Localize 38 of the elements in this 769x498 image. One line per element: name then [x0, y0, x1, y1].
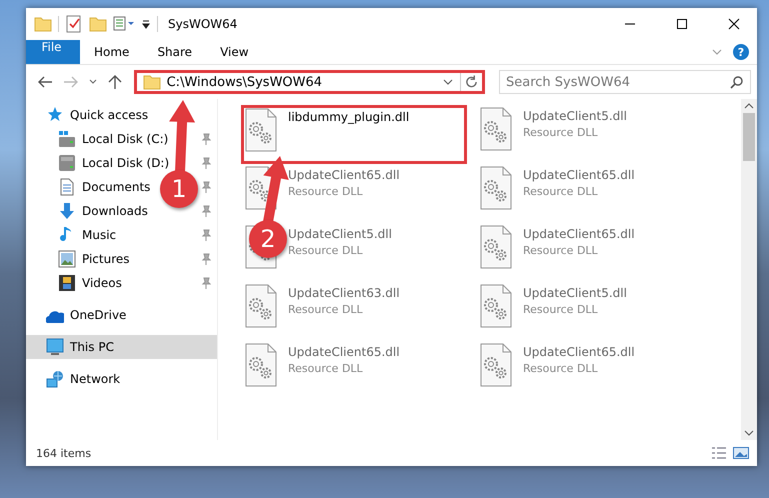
nav-item[interactable]: Music [26, 223, 120, 247]
file-name[interactable]: UpdateClient65.dll [288, 168, 400, 182]
ribbon-tab[interactable]: View [206, 40, 263, 64]
file-name[interactable]: libdummy_plugin.dll [288, 110, 410, 124]
window-title: SysWOW64 [168, 17, 238, 31]
file-type: Resource DLL [288, 244, 364, 257]
file-name[interactable]: UpdateClient65.dll [523, 168, 635, 182]
file-type: Resource DLL [523, 362, 599, 375]
file-name[interactable]: UpdateClient63.dll [288, 286, 400, 300]
nav-item[interactable]: Documents [26, 175, 154, 199]
nav-item[interactable]: Pictures [26, 247, 134, 271]
help-button[interactable]: ? [733, 44, 749, 60]
nav-item[interactable]: OneDrive [26, 303, 130, 327]
file-name[interactable]: UpdateClient5.dll [523, 286, 627, 300]
ribbon-tab[interactable]: Home [80, 40, 144, 64]
file-name[interactable]: UpdateClient5.dll [523, 109, 627, 123]
file-name[interactable]: UpdateClient5.dll [288, 227, 392, 241]
search-field[interactable]: Search SysWOW64 [498, 70, 751, 94]
address-field[interactable]: C:\Windows\SysWOW64 [134, 70, 485, 94]
file-type: Resource DLL [523, 185, 599, 198]
file-type: Resource DLL [288, 303, 364, 316]
nav-item[interactable]: Quick access [26, 103, 152, 127]
nav-item[interactable]: Videos [26, 271, 126, 295]
file-type: Resource DLL [288, 362, 364, 375]
nav-item[interactable]: Local Disk (C:) [26, 127, 172, 151]
file-name[interactable]: UpdateClient65.dll [523, 227, 635, 241]
nav-item[interactable]: Downloads [26, 199, 152, 223]
file-type: Resource DLL [523, 126, 599, 139]
nav-item[interactable]: This PC [26, 335, 217, 359]
file-name[interactable]: UpdateClient65.dll [523, 345, 635, 359]
file-name[interactable]: UpdateClient65.dll [288, 345, 400, 359]
file-type: Resource DLL [523, 303, 599, 316]
ribbon-tab[interactable]: Share [143, 40, 206, 64]
file-type: Resource DLL [288, 185, 364, 198]
file-menu-button[interactable]: File [26, 40, 80, 64]
item-count: 164 items [36, 446, 92, 460]
nav-item[interactable]: Network [26, 367, 124, 391]
file-type: Resource DLL [523, 244, 599, 257]
